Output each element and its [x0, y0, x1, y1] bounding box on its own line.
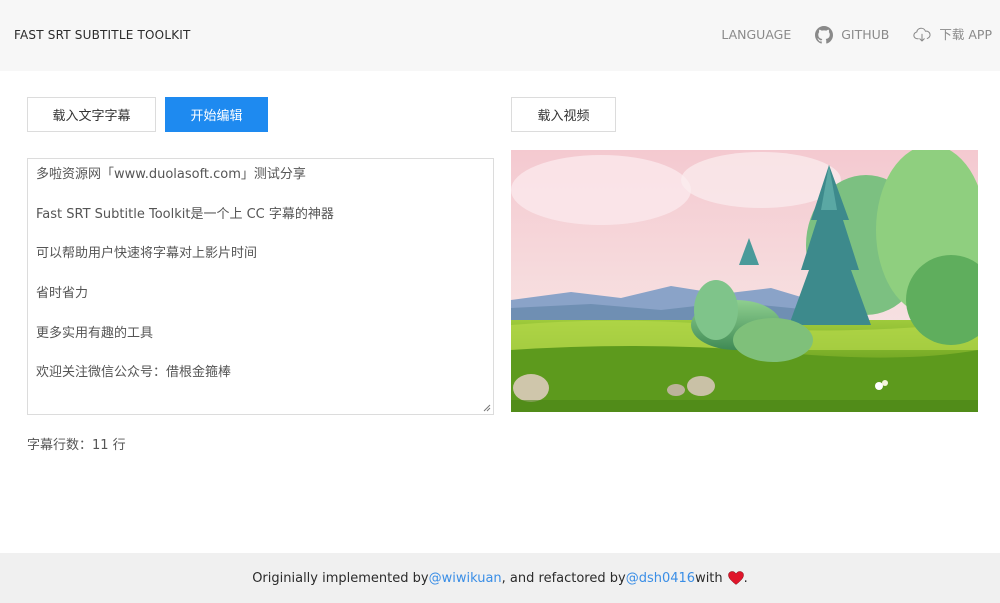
footer-middle: , and refactored by [501, 570, 626, 586]
app-header: FAST SRT SUBTITLE TOOLKIT LANGUAGE GITHU… [0, 0, 1000, 71]
editor-line: 欢迎关注微信公众号：借根金箍棒 [36, 365, 232, 381]
resize-handle-icon[interactable] [483, 404, 491, 412]
nav-github[interactable]: GITHUB [815, 26, 889, 44]
editor-line: 更多实用有趣的工具 [36, 325, 154, 341]
load-video-button[interactable]: 载入视频 [511, 97, 616, 132]
editor-line: 省时省力 [36, 286, 89, 302]
editor-line: Fast SRT Subtitle Toolkit是一个上 CC 字幕的神器 [36, 206, 334, 222]
footer-end: . [743, 570, 748, 586]
video-preview[interactable] [511, 150, 978, 412]
github-icon [815, 26, 834, 44]
subtitle-line-count: 字幕行数：11 行 [27, 438, 126, 453]
subtitle-text-editor[interactable]: 多啦资源网「www.duolasoft.com」测试分享 Fast SRT Su… [27, 158, 494, 415]
cloud-download-icon [913, 27, 931, 42]
video-frame-image [511, 150, 978, 412]
load-text-subtitle-button[interactable]: 载入文字字幕 [27, 97, 156, 132]
editor-line: 多啦资源网「www.duolasoft.com」测试分享 [36, 167, 306, 182]
author-link-dsh0416[interactable]: @dsh0416 [626, 571, 695, 586]
footer-suffix: with [695, 570, 723, 586]
author-link-wiwikuan[interactable]: @wiwikuan [429, 571, 502, 586]
top-nav: LANGUAGE GITHUB 下载 APP [697, 26, 992, 44]
footer-prefix: Originially implemented by [252, 570, 429, 586]
nav-language[interactable]: LANGUAGE [721, 26, 791, 44]
nav-github-label: GITHUB [841, 27, 890, 42]
start-edit-button[interactable]: 开始编辑 [165, 97, 268, 132]
nav-language-label: LANGUAGE [721, 27, 792, 42]
editor-line: 可以帮助用户快速将字幕对上影片时间 [36, 246, 258, 262]
page-footer: Originially implemented by @wiwikuan , a… [0, 553, 1000, 603]
nav-download-app[interactable]: 下载 APP [913, 26, 992, 44]
app-title: FAST SRT SUBTITLE TOOLKIT [14, 28, 191, 42]
heart-icon [727, 571, 744, 585]
nav-download-label: 下载 APP [939, 27, 992, 42]
